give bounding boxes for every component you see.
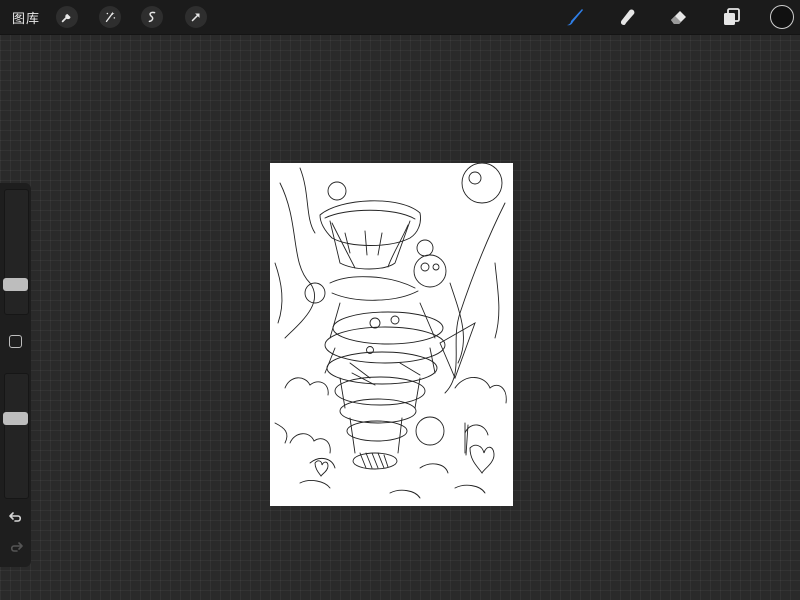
actions-button[interactable] [56,6,78,28]
left-sidebar [0,183,31,567]
gallery-button[interactable]: 图库 [12,8,40,27]
redo-icon[interactable] [8,539,24,555]
selection-button[interactable] [141,6,163,28]
layers-icon[interactable] [719,5,743,29]
adjustments-button[interactable] [99,6,121,28]
transform-button[interactable] [185,6,207,28]
transform-arrow-icon [191,13,200,22]
color-picker-button[interactable] [770,5,794,29]
brush-size-slider[interactable] [3,189,29,315]
opacity-thumb[interactable] [3,412,28,425]
modify-button[interactable] [9,335,22,348]
smudge-icon[interactable] [615,5,639,29]
brush-size-thumb[interactable] [3,278,28,291]
magic-wand-icon [105,11,116,23]
eraser-icon[interactable] [667,5,691,29]
drawing-canvas[interactable] [270,163,513,506]
top-toolbar: 图库 [0,0,800,35]
brush-icon[interactable] [562,5,586,29]
wrench-icon [61,13,71,23]
opacity-slider[interactable] [3,373,29,499]
selection-icon [148,11,156,23]
sketch-drawing [274,163,507,499]
undo-icon[interactable] [8,509,24,525]
